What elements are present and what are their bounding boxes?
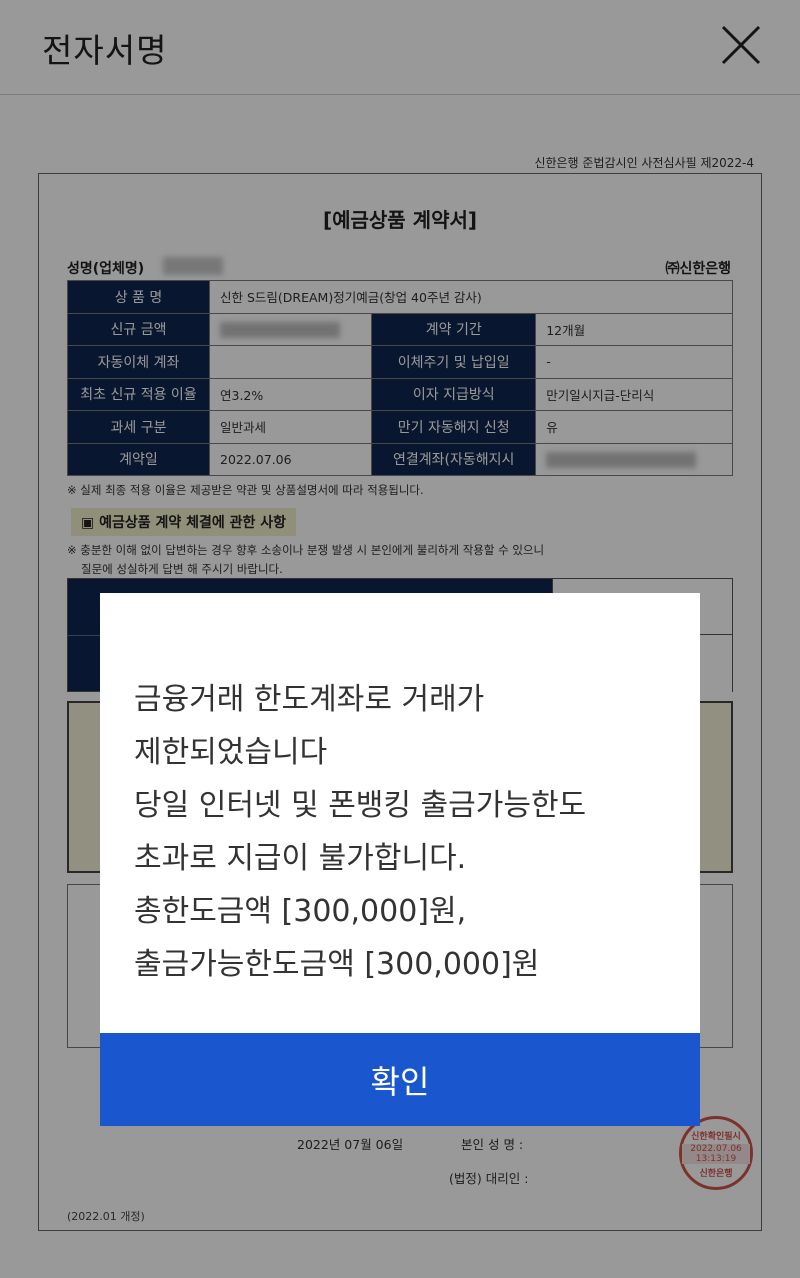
alert-message-line: 제한되었습니다: [134, 735, 328, 770]
alert-message-line: 초과로 지급이 불가합니다.: [134, 841, 467, 876]
confirm-button[interactable]: 확인: [100, 1033, 700, 1126]
alert-message-line: 총한도금액 [300,000]원,: [134, 894, 467, 929]
alert-message-line: 출금가능한도금액 [300,000]원: [134, 947, 540, 982]
alert-message: 금융거래 한도계좌로 거래가 제한되었습니다 당일 인터넷 및 폰뱅킹 출금가능…: [134, 673, 674, 991]
alert-dialog: 금융거래 한도계좌로 거래가 제한되었습니다 당일 인터넷 및 폰뱅킹 출금가능…: [100, 593, 700, 1126]
alert-message-line: 금융거래 한도계좌로 거래가: [134, 682, 485, 717]
alert-message-line: 당일 인터넷 및 폰뱅킹 출금가능한도: [134, 788, 587, 823]
